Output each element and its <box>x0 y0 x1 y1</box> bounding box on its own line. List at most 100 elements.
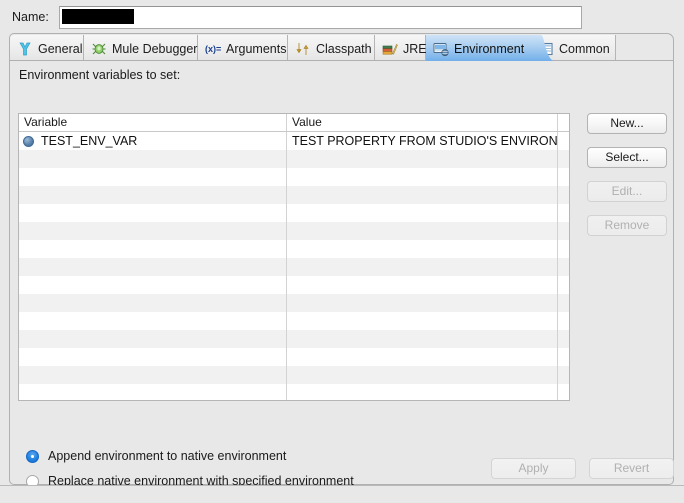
cell-variable: TEST_ENV_VAR <box>19 132 287 150</box>
cell-variable <box>19 186 287 204</box>
table-action-buttons: New... Select... Edit... Remove <box>587 113 667 249</box>
variable-name: TEST_ENV_VAR <box>41 132 137 150</box>
remove-button: Remove <box>587 215 667 236</box>
table-row[interactable] <box>19 222 569 240</box>
cell-variable <box>19 222 287 240</box>
tab-label: Classpath <box>316 42 372 56</box>
table-row[interactable]: TEST_ENV_VAR TEST PROPERTY FROM STUDIO'S … <box>19 132 569 150</box>
environment-variables-table[interactable]: Variable Value TEST_ENV_VAR TEST PROPERTY… <box>18 113 570 401</box>
cell-value <box>287 384 558 401</box>
table-row[interactable] <box>19 204 569 222</box>
cell-variable <box>19 348 287 366</box>
cell-value <box>287 276 558 294</box>
tab-bar: General Mule Debugger (x)= Arguments Classpa… <box>9 33 674 61</box>
cell-variable <box>19 168 287 186</box>
table-row[interactable] <box>19 384 569 401</box>
tab-environment[interactable]: Environment <box>426 35 531 61</box>
cell-value <box>287 294 558 312</box>
radio-button[interactable] <box>26 450 39 463</box>
name-input[interactable] <box>59 6 582 29</box>
new-button[interactable]: New... <box>587 113 667 134</box>
table-row[interactable] <box>19 312 569 330</box>
table-row[interactable] <box>19 240 569 258</box>
table-header-row: Variable Value <box>19 114 569 132</box>
name-label: Name: <box>12 10 49 24</box>
table-row[interactable] <box>19 348 569 366</box>
dialog-footer-buttons: ApplyRevert <box>491 458 674 479</box>
cell-variable <box>19 204 287 222</box>
tab-folder: General Mule Debugger (x)= Arguments Classpa… <box>9 33 674 485</box>
radio-option-append[interactable]: Append environment to native environment <box>26 445 354 467</box>
cell-spacer <box>558 222 569 240</box>
table-row[interactable] <box>19 330 569 348</box>
cell-spacer <box>558 240 569 258</box>
dialog-footer-bar <box>0 485 684 503</box>
cell-spacer <box>558 366 569 384</box>
select-button[interactable]: Select... <box>587 147 667 168</box>
table-row[interactable] <box>19 294 569 312</box>
cell-spacer <box>558 348 569 366</box>
cell-value <box>287 168 558 186</box>
tab-label: JRE <box>403 42 427 56</box>
cell-value <box>287 366 558 384</box>
cell-variable <box>19 150 287 168</box>
tab-general[interactable]: General <box>10 35 84 61</box>
cell-variable <box>19 330 287 348</box>
variable-icon: (x)= <box>205 41 221 57</box>
edit-button: Edit... <box>587 181 667 202</box>
tab-label: Arguments <box>226 42 286 56</box>
environment-icon <box>433 41 449 57</box>
cell-spacer <box>558 312 569 330</box>
cell-value <box>287 348 558 366</box>
table-row[interactable] <box>19 276 569 294</box>
general-icon <box>17 41 33 57</box>
variable-bullet-icon <box>23 136 34 147</box>
bug-icon <box>91 41 107 57</box>
launch-configuration-dialog: Name: General Mule Debugger (x)= Arguments C… <box>0 0 684 503</box>
cell-variable <box>19 258 287 276</box>
cell-value <box>287 204 558 222</box>
cell-spacer <box>558 384 569 401</box>
cell-value: TEST PROPERTY FROM STUDIO'S ENVIRONM… <box>287 132 558 150</box>
cell-spacer <box>558 168 569 186</box>
cell-value <box>287 330 558 348</box>
cell-value <box>287 240 558 258</box>
table-body: TEST_ENV_VAR TEST PROPERTY FROM STUDIO'S … <box>19 132 569 401</box>
revert-button: Revert <box>589 458 674 479</box>
table-row[interactable] <box>19 168 569 186</box>
tab-label: Mule Debugger <box>112 42 197 56</box>
cell-variable <box>19 276 287 294</box>
tab-common[interactable]: Common <box>531 35 616 61</box>
cell-spacer <box>558 186 569 204</box>
svg-text:(x)=: (x)= <box>205 44 221 54</box>
cell-spacer <box>558 330 569 348</box>
tab-classpath[interactable]: Classpath <box>288 35 375 61</box>
column-header-spacer <box>558 114 569 131</box>
name-row: Name: <box>0 0 684 34</box>
table-row[interactable] <box>19 186 569 204</box>
tab-label: Environment <box>454 42 524 56</box>
cell-spacer <box>558 258 569 276</box>
tab-panel-environment: Environment variables to set: Variable V… <box>9 60 674 485</box>
name-redaction-overlay <box>62 9 134 24</box>
tab-arguments[interactable]: (x)= Arguments <box>198 35 288 61</box>
tab-jre[interactable]: JRE <box>375 35 426 61</box>
column-header-value[interactable]: Value <box>287 114 558 131</box>
table-row[interactable] <box>19 258 569 276</box>
cell-variable <box>19 312 287 330</box>
jre-books-icon <box>382 41 398 57</box>
column-header-variable[interactable]: Variable <box>19 114 287 131</box>
table-row[interactable] <box>19 150 569 168</box>
table-row[interactable] <box>19 366 569 384</box>
cell-value <box>287 186 558 204</box>
cell-value <box>287 312 558 330</box>
tab-mule-debugger[interactable]: Mule Debugger <box>84 35 198 61</box>
cell-value <box>287 222 558 240</box>
cell-spacer <box>558 276 569 294</box>
classpath-icon <box>295 41 311 57</box>
environment-variables-label: Environment variables to set: <box>19 68 180 82</box>
common-icon <box>538 41 554 57</box>
cell-variable <box>19 294 287 312</box>
tab-label: Common <box>559 42 610 56</box>
radio-label: Append environment to native environment <box>48 449 286 463</box>
